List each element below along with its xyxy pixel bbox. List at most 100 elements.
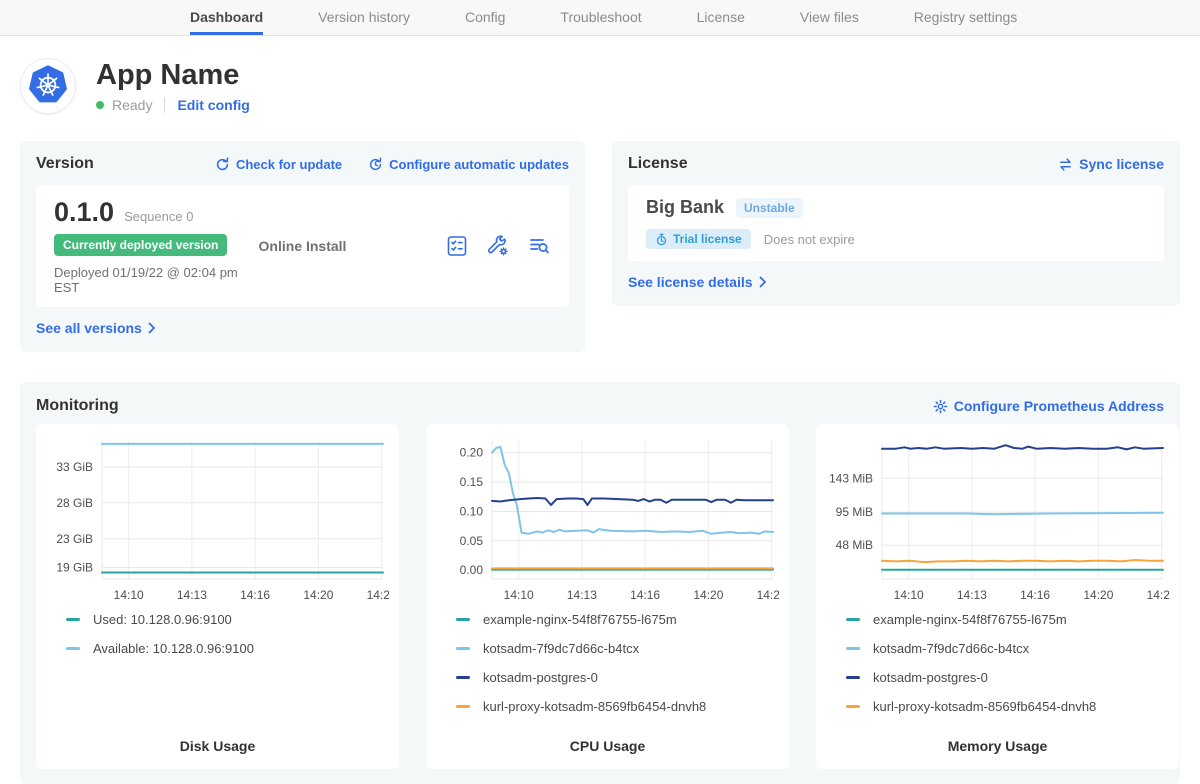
trial-license-badge: Trial license xyxy=(646,229,751,249)
chart-legend: Used: 10.128.0.96:9100 Available: 10.128.… xyxy=(66,612,389,656)
legend-label: example-nginx-54f8f76755-l675m xyxy=(873,612,1067,627)
svg-text:95 MiB: 95 MiB xyxy=(836,505,873,519)
charts-row: 19 GiB 23 GiB 28 GiB 33 GiB 14:10 14:13 14:16 1… xyxy=(36,424,1164,769)
svg-text:0.05: 0.05 xyxy=(460,534,484,548)
svg-text:14:20: 14:20 xyxy=(303,588,333,602)
status-dot-icon xyxy=(96,101,104,109)
legend-item: example-nginx-54f8f76755-l675m xyxy=(846,612,1169,627)
preflight-checks-icon[interactable] xyxy=(445,234,469,258)
svg-text:14:13: 14:13 xyxy=(957,588,987,602)
svg-text:33 GiB: 33 GiB xyxy=(56,460,93,474)
svg-text:23 GiB: 23 GiB xyxy=(56,532,93,546)
check-for-update-link[interactable]: Check for update xyxy=(215,157,342,172)
configure-prometheus-link[interactable]: Configure Prometheus Address xyxy=(933,398,1164,414)
legend-color-dash xyxy=(456,705,470,708)
svg-text:0.15: 0.15 xyxy=(460,475,484,489)
legend-label: kurl-proxy-kotsadm-8569fb6454-dnvh8 xyxy=(483,699,706,714)
tab-license[interactable]: License xyxy=(697,0,745,35)
tab-config[interactable]: Config xyxy=(465,0,505,35)
chevron-right-icon xyxy=(759,276,767,288)
legend-color-dash xyxy=(846,676,860,679)
svg-text:19 GiB: 19 GiB xyxy=(56,561,93,575)
chart-card-memory-usage: 48 MiB 95 MiB 143 MiB 14:10 14:13 14:16 14:20 1… xyxy=(816,424,1179,769)
svg-text:28 GiB: 28 GiB xyxy=(56,496,93,510)
chart-title: Memory Usage xyxy=(826,738,1169,754)
legend-color-dash xyxy=(66,647,80,650)
svg-text:14:23: 14:23 xyxy=(1147,588,1169,602)
refresh-icon xyxy=(215,157,230,172)
chart-card-disk-usage: 19 GiB 23 GiB 28 GiB 33 GiB 14:10 14:13 14:16 1… xyxy=(36,424,399,769)
see-license-details-link[interactable]: See license details xyxy=(628,274,767,290)
license-panel: Big Bank Unstable Trial license Does not… xyxy=(628,185,1164,261)
legend-item: kotsadm-postgres-0 xyxy=(456,670,779,685)
legend-color-dash xyxy=(846,705,860,708)
svg-text:14:13: 14:13 xyxy=(567,588,597,602)
legend-color-dash xyxy=(846,618,860,621)
tab-troubleshoot[interactable]: Troubleshoot xyxy=(560,0,641,35)
license-card: License Sync license Big Bank Unstable xyxy=(612,141,1180,306)
deployed-timestamp: Deployed 01/19/22 @ 02:04 pm EST xyxy=(54,265,259,295)
edit-config-link[interactable]: Edit config xyxy=(177,97,249,113)
version-card-title: Version xyxy=(36,155,94,173)
kubernetes-logo-icon xyxy=(20,58,76,114)
chart-title: CPU Usage xyxy=(436,738,779,754)
legend-label: example-nginx-54f8f76755-l675m xyxy=(483,612,677,627)
tab-view-files[interactable]: View files xyxy=(800,0,859,35)
legend-color-dash xyxy=(456,618,470,621)
tab-registry-settings[interactable]: Registry settings xyxy=(914,0,1017,35)
svg-text:0.20: 0.20 xyxy=(460,446,484,460)
legend-item: kurl-proxy-kotsadm-8569fb6454-dnvh8 xyxy=(846,699,1169,714)
chart-plot: 0.000.050.100.150.2014:1014:1314:1614:20… xyxy=(436,434,779,606)
svg-text:14:10: 14:10 xyxy=(114,588,144,602)
svg-text:48 MiB: 48 MiB xyxy=(836,538,873,552)
configure-automatic-updates-link[interactable]: Configure automatic updates xyxy=(368,157,569,172)
legend-item: kotsadm-postgres-0 xyxy=(846,670,1169,685)
license-name: Big Bank xyxy=(646,197,724,218)
version-number: 0.1.0 xyxy=(54,197,114,228)
app-header: App Name Ready Edit config xyxy=(20,47,1200,125)
chart-plot: 48 MiB 95 MiB 143 MiB 14:10 14:13 14:16 14:20 1… xyxy=(826,434,1169,606)
legend-color-dash xyxy=(66,618,80,621)
app-status: Ready xyxy=(112,97,152,113)
svg-text:14:16: 14:16 xyxy=(1020,588,1050,602)
legend-item: example-nginx-54f8f76755-l675m xyxy=(456,612,779,627)
legend-item: kotsadm-7f9dc7d66c-b4tcx xyxy=(456,641,779,656)
legend-label: Available: 10.128.0.96:9100 xyxy=(93,641,254,656)
app-title: App Name xyxy=(96,59,250,91)
expiry-label: Does not expire xyxy=(764,232,855,247)
chart-plot: 19 GiB 23 GiB 28 GiB 33 GiB 14:10 14:13 14:16 1… xyxy=(46,434,389,606)
sequence-label: Sequence 0 xyxy=(124,209,193,224)
nav-tabs: Dashboard Version history Config Troublesho… xyxy=(190,0,1017,35)
svg-text:14:10: 14:10 xyxy=(894,588,924,602)
legend-label: kotsadm-postgres-0 xyxy=(873,670,988,685)
chart-legend: example-nginx-54f8f76755-l675m kotsadm-7f… xyxy=(456,612,779,714)
tab-dashboard[interactable]: Dashboard xyxy=(190,0,263,35)
channel-badge: Unstable xyxy=(736,198,803,218)
stopwatch-icon xyxy=(655,233,668,246)
legend-item: Used: 10.128.0.96:9100 xyxy=(66,612,389,627)
legend-item: kurl-proxy-kotsadm-8569fb6454-dnvh8 xyxy=(456,699,779,714)
svg-text:14:23: 14:23 xyxy=(367,588,389,602)
svg-text:0.10: 0.10 xyxy=(460,505,484,519)
chart-legend: example-nginx-54f8f76755-l675m kotsadm-7f… xyxy=(846,612,1169,714)
svg-text:14:13: 14:13 xyxy=(177,588,207,602)
legend-color-dash xyxy=(456,647,470,650)
chart-card-cpu-usage: 0.000.050.100.150.2014:1014:1314:1614:20… xyxy=(426,424,789,769)
license-card-title: License xyxy=(628,155,688,173)
version-card: Version Check for update xyxy=(20,141,585,352)
svg-text:143 MiB: 143 MiB xyxy=(829,471,873,485)
svg-text:0.00: 0.00 xyxy=(460,563,484,577)
monitoring-title: Monitoring xyxy=(36,397,119,415)
edit-config-wrench-icon[interactable] xyxy=(486,234,510,258)
tab-version-history[interactable]: Version history xyxy=(318,0,410,35)
svg-text:14:16: 14:16 xyxy=(240,588,270,602)
see-all-versions-link[interactable]: See all versions xyxy=(36,320,156,336)
legend-item: kotsadm-7f9dc7d66c-b4tcx xyxy=(846,641,1169,656)
sync-license-link[interactable]: Sync license xyxy=(1058,156,1164,172)
svg-text:14:20: 14:20 xyxy=(1083,588,1113,602)
legend-label: kurl-proxy-kotsadm-8569fb6454-dnvh8 xyxy=(873,699,1096,714)
top-nav: Dashboard Version history Config Troublesho… xyxy=(0,0,1200,36)
svg-text:14:20: 14:20 xyxy=(693,588,723,602)
sync-arrows-icon xyxy=(1058,157,1073,172)
deploy-logs-icon[interactable] xyxy=(527,234,551,258)
